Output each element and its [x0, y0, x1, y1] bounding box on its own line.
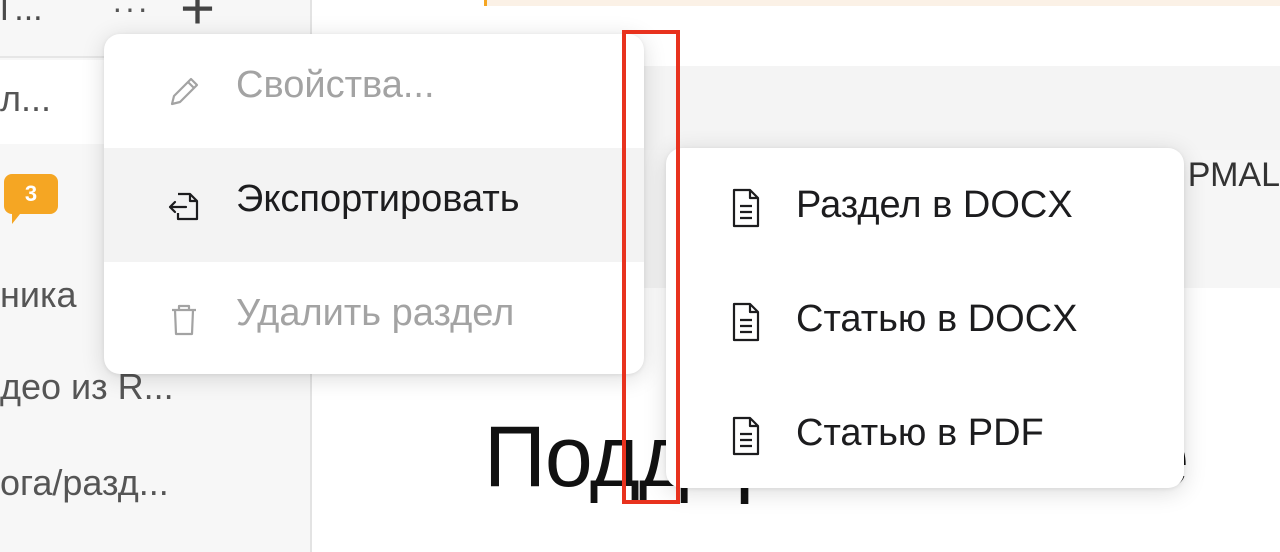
sidebar-header-label: Г...	[0, 0, 43, 28]
submenu-item-label: Статью в DOCX	[796, 298, 1078, 340]
menu-item-label: Свойства...	[236, 64, 435, 106]
menu-item-delete-section[interactable]: Удалить раздел	[104, 262, 644, 374]
menu-item-label: Удалить раздел	[236, 292, 515, 334]
more-horizontal-icon[interactable]: ···	[112, 0, 150, 27]
header-label: РМАL	[1187, 156, 1280, 194]
notice-strip	[484, 0, 1280, 6]
context-menu: Свойства... Экспортировать Удалить разде…	[104, 34, 644, 374]
menu-item-export[interactable]: Экспортировать	[104, 148, 644, 262]
sidebar-item-label: л...	[0, 78, 52, 119]
comment-badge[interactable]: 3	[4, 174, 58, 224]
pencil-icon	[170, 77, 199, 106]
sidebar-item-label[interactable]: ога/разд...	[0, 462, 169, 504]
document-icon	[732, 188, 760, 228]
export-icon	[168, 192, 199, 221]
highlight-annotation-box	[622, 30, 680, 504]
document-icon	[732, 302, 760, 342]
submenu-item-article-pdf[interactable]: Статью в PDF	[666, 378, 1184, 490]
submenu-item-label: Раздел в DOCX	[796, 184, 1073, 226]
trash-icon	[172, 304, 196, 336]
submenu-item-section-docx[interactable]: Раздел в DOCX	[666, 150, 1184, 262]
document-icon	[732, 416, 760, 456]
submenu-item-article-docx[interactable]: Статью в DOCX	[666, 264, 1184, 376]
menu-item-properties[interactable]: Свойства...	[104, 34, 644, 148]
export-submenu: Раздел в DOCX Статью в DOCX Статью в PDF	[666, 148, 1184, 488]
sidebar-item-label[interactable]: ника	[0, 274, 77, 316]
submenu-item-label: Статью в PDF	[796, 412, 1044, 454]
menu-item-label: Экспортировать	[236, 178, 520, 220]
